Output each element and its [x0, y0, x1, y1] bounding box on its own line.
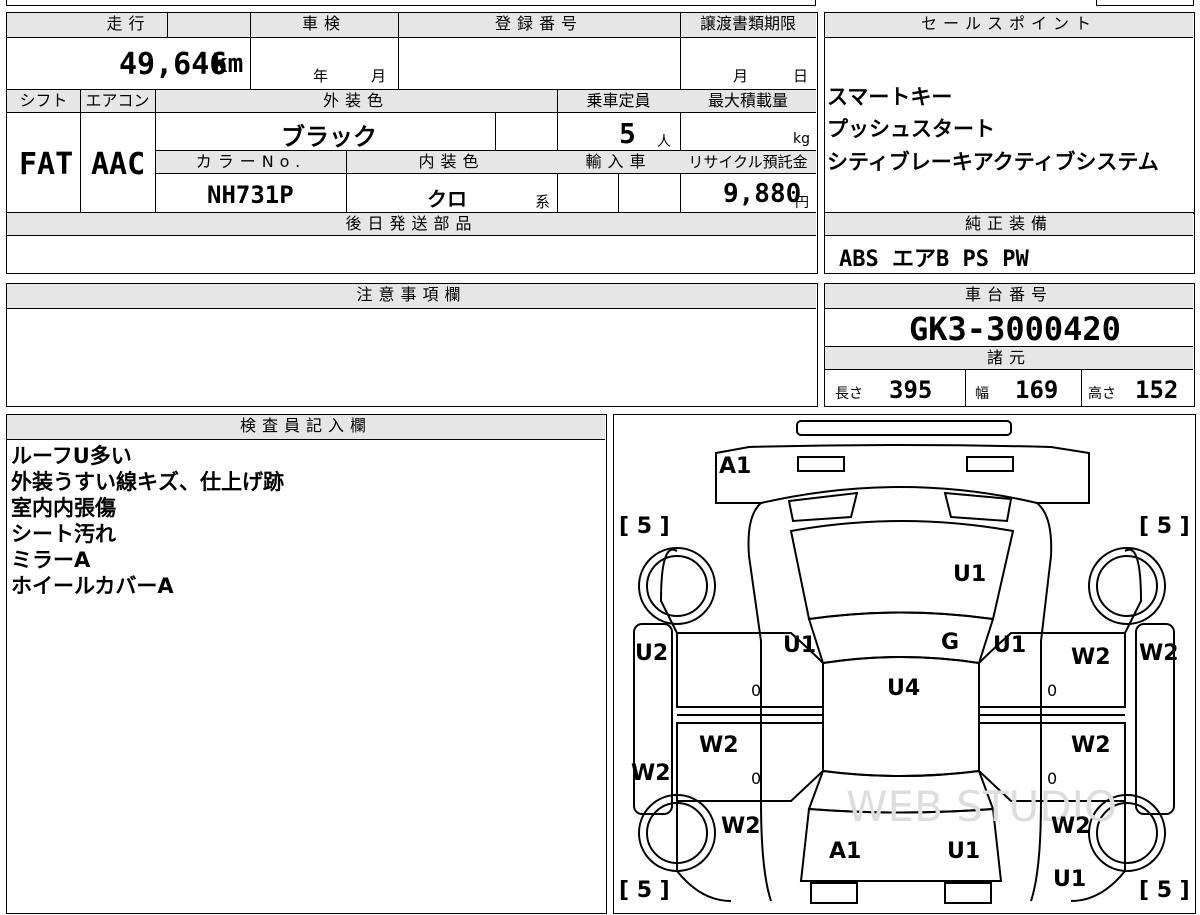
damage-code-rear-right: U1: [1053, 867, 1086, 892]
interior-color-label: 内装色: [418, 152, 485, 171]
mileage-label: 走行: [106, 14, 151, 33]
vehicle-info-table: 走行 車検 登録番号 譲渡書類期限 49,646 km 年 月 月 日 シフト …: [6, 12, 818, 274]
max-load-label: 最大積載量: [707, 91, 788, 110]
transfer-month-unit: 月: [733, 67, 749, 85]
width-label: 幅: [975, 386, 989, 402]
later-parts-label: 後日発送部品: [345, 214, 478, 233]
sales-point-item: プッシュスタート: [827, 117, 995, 141]
equipment-label: 純正装備: [964, 214, 1053, 233]
interior-color-unit: 系: [535, 193, 551, 211]
damage-code-right-front-door: W2: [1071, 645, 1111, 670]
damage-code-front-bumper: A1: [719, 454, 751, 479]
car-diagram-box: WEB STUDIO [ 5 ] [ 5 ] [ 5 ] [ 5 ] A1 U1…: [613, 414, 1196, 914]
damage-code-right-pillar: U1: [993, 633, 1026, 658]
sales-point-item: シティブレーキアクティブシステム: [827, 150, 1159, 174]
registration-label: 登録番号: [494, 14, 583, 33]
sales-points-label: セールスポイント: [920, 14, 1097, 33]
damage-code-left-rear-fender: W2: [721, 814, 761, 839]
height-label: 高さ: [1088, 386, 1116, 402]
top-strip-right: [1096, 0, 1194, 6]
mileage-unit: km: [212, 49, 244, 79]
shift-value: FAT: [19, 147, 74, 182]
notes-box: 注意事項欄: [6, 283, 818, 407]
damage-code-left-rear-door: W2: [699, 733, 739, 758]
inspection-label: 車検: [301, 14, 346, 33]
ac-label: エアコン: [85, 91, 150, 110]
capacity-label: 乗車定員: [586, 91, 651, 110]
recycle-fee-unit: 円: [795, 195, 809, 211]
door-mark: 0: [751, 681, 761, 700]
color-number-value: NH731P: [207, 181, 294, 209]
door-mark: 0: [1047, 681, 1057, 700]
equipment-box: 純正装備 ABS エアB PS PW: [824, 212, 1195, 274]
chassis-number-value: GK3-3000420: [909, 310, 1121, 348]
inspector-note: 室内内張傷: [11, 496, 116, 520]
damage-code-windshield: G: [941, 630, 959, 655]
exterior-color-label: 外装色: [322, 91, 389, 110]
color-number-label: カラーNo.: [195, 152, 307, 171]
damage-code-hood: U1: [953, 562, 986, 587]
chassis-specs-box: 車台番号 GK3-3000420 諸元 長さ 395 幅 169 高さ 152: [824, 283, 1195, 407]
inspector-label: 検査員記入欄: [239, 416, 372, 435]
inspector-note: ホイールカバーA: [11, 574, 174, 598]
damage-code-trunk-right: U1: [947, 839, 980, 864]
inspector-note: ミラーA: [11, 548, 91, 572]
car-damage-diagram: WEB STUDIO [ 5 ] [ 5 ] [ 5 ] [ 5 ] A1 U1…: [619, 420, 1190, 904]
recycle-fee-value: 9,880: [723, 179, 802, 209]
width-value: 169: [1015, 376, 1059, 404]
inspector-note: 外装うすい線キズ、仕上げ跡: [11, 470, 284, 494]
damage-code-left-pillar: U1: [783, 633, 816, 658]
damage-code-right-rear-fender: W2: [1051, 814, 1091, 839]
ac-value: AAC: [91, 147, 146, 182]
top-strip: [6, 0, 816, 6]
height-value: 152: [1135, 376, 1179, 404]
sales-points-box: セールスポイント スマートキー プッシュスタート シティブレーキアクティブシステ…: [824, 12, 1195, 214]
specs-label: 諸元: [986, 348, 1031, 367]
inspection-year-unit: 年: [313, 67, 329, 85]
import-label: 輸入車: [585, 152, 652, 171]
tire-mark-front-left: [ 5 ]: [619, 514, 670, 539]
tire-mark-rear-left: [ 5 ]: [619, 878, 670, 903]
notes-label: 注意事項欄: [356, 285, 467, 304]
door-mark: 0: [751, 769, 761, 788]
interior-color-value: クロ: [427, 187, 467, 211]
damage-code-left-panel-lower: W2: [631, 761, 671, 786]
shift-label: シフト: [19, 91, 68, 110]
equipment-value: ABS エアB PS PW: [839, 247, 1029, 272]
transfer-day-unit: 日: [793, 67, 809, 85]
tire-mark-front-right: [ 5 ]: [1139, 514, 1190, 539]
exterior-color-value: ブラック: [281, 123, 377, 151]
damage-code-roof: U4: [887, 676, 920, 701]
capacity-value: 5: [619, 117, 636, 150]
damage-code-trunk-left: A1: [829, 839, 861, 864]
damage-code-right-rear-door: W2: [1071, 733, 1111, 758]
inspection-month-unit: 月: [371, 67, 387, 85]
inspector-note: ルーフU多い: [11, 444, 132, 468]
capacity-unit: 人: [657, 134, 671, 150]
recycle-fee-label: リサイクル預託金: [688, 153, 808, 171]
chassis-number-label: 車台番号: [964, 285, 1053, 304]
length-label: 長さ: [835, 386, 863, 402]
max-load-unit: kg: [793, 131, 810, 147]
transfer-deadline-label: 譲渡書類期限: [699, 14, 796, 33]
damage-code-right-panel: W2: [1139, 641, 1179, 666]
tire-mark-rear-right: [ 5 ]: [1139, 878, 1190, 903]
inspector-note: シート汚れ: [11, 522, 116, 546]
length-value: 395: [889, 376, 933, 404]
inspector-box: 検査員記入欄 ルーフU多い 外装うすい線キズ、仕上げ跡 室内内張傷 シート汚れ …: [6, 414, 607, 914]
door-mark: 0: [1047, 769, 1057, 788]
sales-point-item: スマートキー: [827, 85, 953, 109]
damage-code-left-panel: U2: [635, 641, 668, 666]
